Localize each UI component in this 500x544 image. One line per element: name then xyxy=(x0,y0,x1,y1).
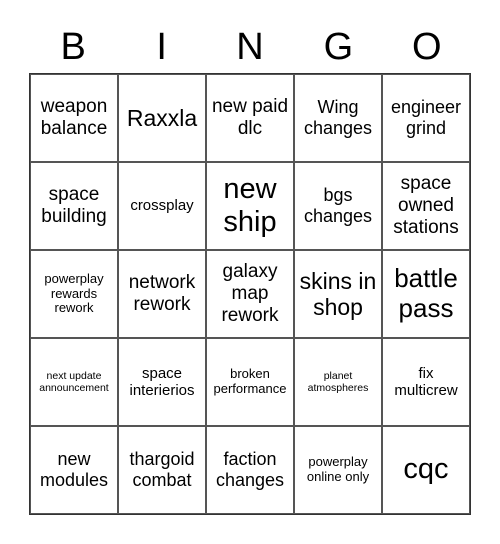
bingo-cell[interactable]: bgs changes xyxy=(294,162,382,250)
bingo-cell[interactable]: powerplay rewards rework xyxy=(30,250,118,338)
bingo-cell[interactable]: cqc xyxy=(382,426,470,514)
bingo-cell[interactable]: fix multicrew xyxy=(382,338,470,426)
bingo-cell[interactable]: Wing changes xyxy=(294,74,382,162)
bingo-cell[interactable]: space owned stations xyxy=(382,162,470,250)
bingo-cell[interactable]: faction changes xyxy=(206,426,294,514)
bingo-grid: weapon balance Raxxla new paid dlc Wing … xyxy=(29,73,471,515)
bingo-cell[interactable]: engineer grind xyxy=(382,74,470,162)
bingo-cell[interactable]: new modules xyxy=(30,426,118,514)
bingo-cell[interactable]: planet atmospheres xyxy=(294,338,382,426)
bingo-cell[interactable]: new paid dlc xyxy=(206,74,294,162)
bingo-cell[interactable]: broken performance xyxy=(206,338,294,426)
bingo-cell[interactable]: battle pass xyxy=(382,250,470,338)
bingo-cell[interactable]: next update announcement xyxy=(30,338,118,426)
header-letter-i: I xyxy=(156,26,167,68)
header-letter-o: O xyxy=(412,26,442,68)
header-letter-g: G xyxy=(323,26,354,68)
bingo-cell[interactable]: powerplay online only xyxy=(294,426,382,514)
bingo-cell[interactable]: galaxy map rework xyxy=(206,250,294,338)
bingo-cell[interactable]: thargoid combat xyxy=(118,426,206,514)
header-letter-b: B xyxy=(60,26,86,68)
header-letter-n: N xyxy=(236,26,264,68)
bingo-cell[interactable]: weapon balance xyxy=(30,74,118,162)
bingo-cell[interactable]: crossplay xyxy=(118,162,206,250)
bingo-cell[interactable]: new ship xyxy=(206,162,294,250)
bingo-header: B I N G O xyxy=(29,22,471,72)
bingo-cell[interactable]: skins in shop xyxy=(294,250,382,338)
bingo-cell[interactable]: space interierios xyxy=(118,338,206,426)
bingo-cell[interactable]: space building xyxy=(30,162,118,250)
bingo-cell[interactable]: Raxxla xyxy=(118,74,206,162)
bingo-cell[interactable]: network rework xyxy=(118,250,206,338)
